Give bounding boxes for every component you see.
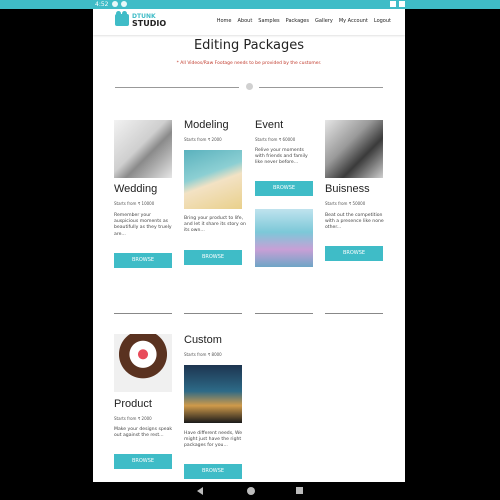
- package-title-modeling: Modeling: [184, 119, 229, 131]
- nav-logout[interactable]: Logout: [374, 18, 391, 24]
- browse-button-product[interactable]: BROWSE: [114, 454, 172, 469]
- browse-button-wedding[interactable]: BROWSE: [114, 253, 172, 268]
- package-title-wedding: Wedding: [114, 183, 158, 195]
- nav-samples[interactable]: Samples: [258, 18, 279, 24]
- wifi-icon: [390, 1, 396, 7]
- divider-right: [259, 87, 383, 88]
- camera-icon: [115, 11, 129, 26]
- package-price-business: Starts from ₹ 50000: [325, 201, 366, 206]
- row-divider: [184, 313, 242, 314]
- wedding-image[interactable]: [114, 120, 172, 178]
- package-price-product: Starts from ₹ 2000: [114, 416, 152, 421]
- event-image[interactable]: [255, 209, 313, 267]
- browse-button-custom[interactable]: BROWSE: [184, 464, 242, 479]
- brand-logo[interactable]: DTUNK STUDIO: [115, 11, 167, 28]
- site-header: DTUNK STUDIO Home About Samples Packages…: [93, 9, 405, 35]
- product-image[interactable]: [114, 334, 172, 392]
- custom-image[interactable]: [184, 365, 242, 423]
- browse-button-event[interactable]: BROWSE: [255, 181, 313, 196]
- browse-button-business[interactable]: BROWSE: [325, 246, 383, 261]
- package-desc-modeling: Bring your product to life, and let it s…: [184, 216, 246, 234]
- status-icons: [390, 1, 405, 7]
- page-title: Editing Packages: [193, 38, 305, 53]
- package-price-wedding: Starts from ₹ 10000: [114, 201, 155, 206]
- modeling-image[interactable]: [184, 150, 242, 209]
- nav-packages[interactable]: Packages: [286, 18, 309, 24]
- package-price-modeling: Starts from ₹ 2000: [184, 137, 222, 142]
- row-divider: [325, 313, 383, 314]
- package-title-product: Product: [114, 398, 152, 410]
- package-title-event: Event: [255, 119, 284, 131]
- android-nav-bar: [0, 482, 500, 500]
- package-price-event: Starts from ₹ 60000: [255, 137, 296, 142]
- home-icon[interactable]: [247, 487, 255, 495]
- status-time: 4:52: [95, 1, 109, 8]
- recent-apps-icon[interactable]: [296, 487, 303, 494]
- nav-home[interactable]: Home: [217, 18, 232, 24]
- main-nav: Home About Samples Packages Gallery My A…: [217, 18, 391, 24]
- nav-gallery[interactable]: Gallery: [315, 18, 333, 24]
- business-image[interactable]: [325, 120, 383, 178]
- divider-left: [115, 87, 239, 88]
- package-desc-custom: Have different needs, We might just have…: [184, 431, 243, 449]
- notification-icon: [112, 1, 118, 7]
- notice-text: * All Videos/Raw Footage needs to be pro…: [176, 61, 322, 66]
- nav-my-account[interactable]: My Account: [339, 18, 368, 24]
- notification-icon: [121, 1, 127, 7]
- package-desc-wedding: Remember your auspicious moments as beau…: [114, 213, 172, 237]
- brand-line2: STUDIO: [132, 19, 167, 28]
- package-desc-business: Beat out the competition with a presence…: [325, 213, 384, 231]
- divider-dot: [246, 83, 253, 90]
- android-status-bar: 4:52: [0, 0, 500, 9]
- package-title-business: Buisness: [325, 183, 370, 195]
- browse-button-modeling[interactable]: BROWSE: [184, 250, 242, 265]
- package-price-custom: Starts from ₹ 8000: [184, 352, 222, 357]
- back-icon[interactable]: [197, 487, 203, 495]
- battery-icon: [399, 1, 405, 7]
- package-desc-event: Relive your moments with friends and fam…: [255, 148, 308, 166]
- row-divider: [114, 313, 172, 314]
- row-divider: [255, 313, 313, 314]
- web-page: DTUNK STUDIO Home About Samples Packages…: [93, 9, 405, 482]
- package-desc-product: Make your designs speak out against the …: [114, 427, 173, 439]
- nav-about[interactable]: About: [238, 18, 253, 24]
- package-title-custom: Custom: [184, 334, 222, 346]
